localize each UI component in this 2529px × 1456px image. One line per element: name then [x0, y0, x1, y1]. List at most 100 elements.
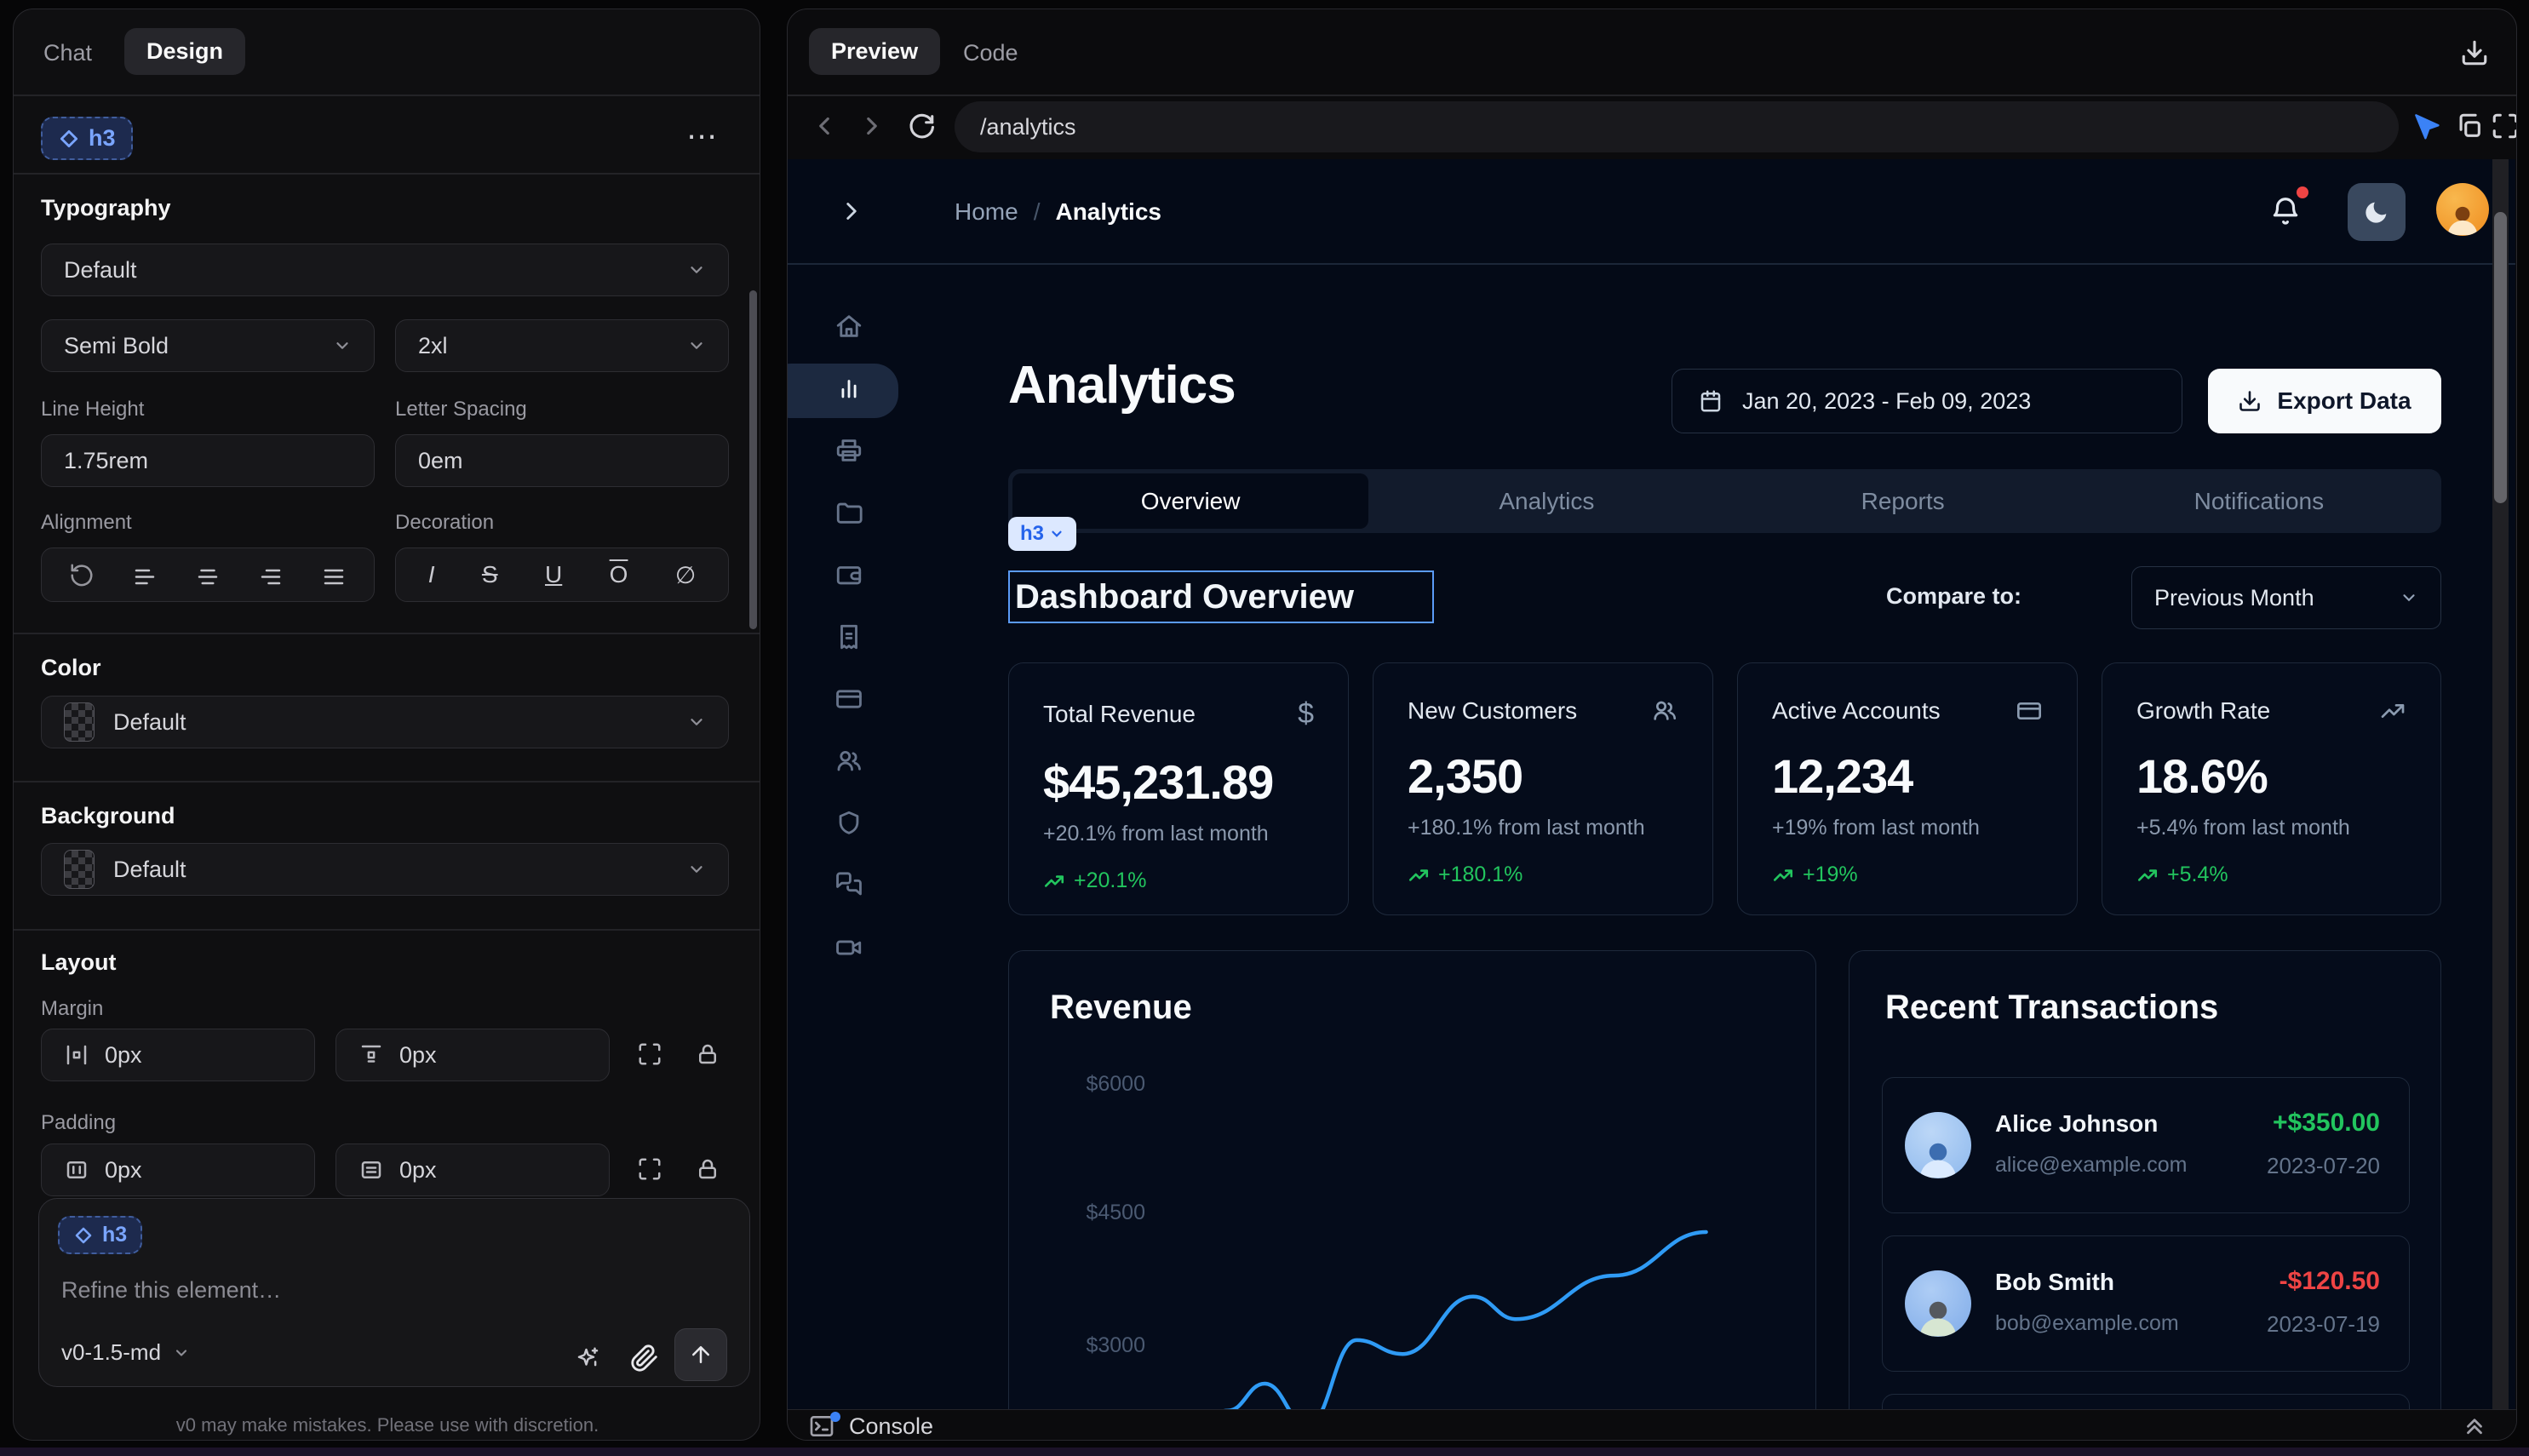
theme-toggle-button[interactable]	[2348, 183, 2406, 241]
trending-up-icon	[2379, 697, 2406, 725]
preview-scrollbar-thumb[interactable]	[2494, 212, 2507, 503]
divider	[14, 95, 760, 96]
revenue-line-chart	[1009, 951, 1817, 1409]
no-decoration-icon[interactable]: ∅	[675, 561, 696, 589]
export-data-button[interactable]: Export Data	[2208, 369, 2441, 433]
sidebar-item-home[interactable]	[788, 299, 910, 353]
transaction-row[interactable]: Bob Smith bob@example.com -$120.50 2023-…	[1882, 1235, 2410, 1372]
underline-icon[interactable]: U	[545, 561, 562, 588]
selected-element-badge[interactable]: h3	[41, 117, 133, 160]
compare-select[interactable]: Previous Month	[2131, 566, 2441, 629]
tab-design[interactable]: Design	[124, 28, 245, 75]
padding-y-input[interactable]: 0px	[335, 1144, 610, 1196]
sidebar-item-reports[interactable]	[788, 423, 910, 478]
line-height-input[interactable]: 1.75rem	[41, 434, 375, 487]
copy-icon[interactable]	[2455, 112, 2484, 140]
margin-expand-icon[interactable]	[637, 1041, 662, 1067]
selected-heading-outline[interactable]: Dashboard Overview	[1008, 570, 1434, 623]
console-bar[interactable]: Console	[788, 1409, 2517, 1441]
font-weight-select[interactable]: Semi Bold	[41, 319, 375, 372]
trending-up-icon	[1408, 864, 1430, 886]
tab-analytics[interactable]: Analytics	[1368, 473, 1724, 529]
chevron-down-icon	[687, 713, 706, 731]
diamond-icon	[58, 128, 80, 150]
attach-icon[interactable]	[630, 1344, 659, 1373]
align-right-icon[interactable]	[258, 562, 284, 588]
padding-label: Padding	[41, 1111, 116, 1135]
fullscreen-icon[interactable]	[2491, 112, 2517, 140]
trending-up-icon	[2136, 864, 2159, 886]
background-select[interactable]: Default	[41, 843, 729, 896]
chevrons-up-icon[interactable]	[2462, 1413, 2487, 1438]
refresh-icon[interactable]	[907, 112, 936, 140]
margin-x-input[interactable]: 0px	[41, 1029, 315, 1081]
app-sidebar	[788, 299, 910, 975]
align-justify-icon[interactable]	[321, 562, 347, 588]
sidebar-item-files[interactable]	[788, 485, 910, 540]
tab-code[interactable]: Code	[963, 40, 1018, 66]
padding-expand-icon[interactable]	[637, 1156, 662, 1182]
forward-icon[interactable]	[857, 112, 886, 140]
chevron-down-icon	[687, 336, 706, 355]
bar-chart-icon	[834, 374, 863, 403]
receipt-icon	[834, 622, 863, 651]
italic-icon[interactable]: I	[428, 561, 435, 588]
preview-scrollbar-track[interactable]	[2492, 159, 2509, 1409]
url-input[interactable]: /analytics	[955, 101, 2399, 152]
prompt-element-badge[interactable]: h3	[58, 1216, 142, 1254]
alignment-toolbar	[41, 547, 375, 602]
tab-reports[interactable]: Reports	[1725, 473, 2081, 529]
align-center-icon[interactable]	[195, 562, 221, 588]
sidebar-item-messages[interactable]	[788, 858, 910, 913]
panel-scrollbar[interactable]	[749, 290, 757, 629]
margin-y-input[interactable]: 0px	[335, 1029, 610, 1081]
transaction-row[interactable]: Alice Johnson alice@example.com +$350.00…	[1882, 1077, 2410, 1213]
chevron-down-icon	[687, 860, 706, 879]
date-range-button[interactable]: Jan 20, 2023 - Feb 09, 2023	[1672, 369, 2182, 433]
notification-dot	[2297, 186, 2308, 198]
back-icon[interactable]	[810, 112, 839, 140]
align-left-icon[interactable]	[132, 562, 158, 588]
padding-lock-icon[interactable]	[695, 1156, 720, 1182]
letter-spacing-input[interactable]: 0em	[395, 434, 729, 487]
letter-spacing-label: Letter Spacing	[395, 398, 527, 421]
overline-icon[interactable]: O	[610, 561, 628, 588]
reset-alignment-icon[interactable]	[69, 562, 95, 588]
user-avatar[interactable]	[2436, 183, 2489, 236]
strikethrough-icon[interactable]: S	[482, 561, 498, 588]
sidebar-item-security[interactable]	[788, 796, 910, 851]
sidebar-item-cards[interactable]	[788, 672, 910, 726]
tab-chat[interactable]: Chat	[43, 40, 92, 66]
breadcrumb-current: Analytics	[1055, 198, 1161, 226]
inspect-cursor-icon[interactable]	[2411, 110, 2443, 142]
sidebar-item-wallet[interactable]	[788, 547, 910, 602]
font-family-select[interactable]: Default	[41, 244, 729, 296]
console-badge-dot	[830, 1412, 840, 1422]
sidebar-expand-icon[interactable]	[837, 197, 866, 226]
model-select[interactable]: v0-1.5-md	[61, 1339, 190, 1366]
sidebar-item-analytics[interactable]	[788, 361, 910, 416]
shield-icon	[834, 809, 863, 838]
sidebar-item-invoices[interactable]	[788, 610, 910, 664]
transaction-row[interactable]	[1882, 1394, 2410, 1409]
tab-notifications[interactable]: Notifications	[2081, 473, 2437, 529]
transaction-amount: +$350.00	[2273, 1109, 2380, 1138]
download-icon[interactable]	[2460, 38, 2489, 67]
refine-input[interactable]: Refine this element…	[61, 1277, 281, 1304]
tab-preview[interactable]: Preview	[809, 28, 940, 75]
diamond-icon	[73, 1225, 94, 1246]
breadcrumb-home[interactable]: Home	[955, 198, 1018, 226]
selected-element-chip[interactable]: h3	[1008, 517, 1076, 551]
sidebar-item-customers[interactable]	[788, 734, 910, 788]
color-select[interactable]: Default	[41, 696, 729, 748]
bell-icon[interactable]	[2269, 195, 2302, 227]
submit-button[interactable]	[674, 1328, 727, 1381]
breadcrumb-separator: /	[1034, 198, 1041, 226]
home-icon	[834, 312, 863, 341]
margin-lock-icon[interactable]	[695, 1041, 720, 1067]
padding-x-input[interactable]: 0px	[41, 1144, 315, 1196]
more-options-icon[interactable]: ⋯	[686, 118, 720, 154]
font-size-select[interactable]: 2xl	[395, 319, 729, 372]
sparkles-icon[interactable]	[576, 1345, 601, 1371]
sidebar-item-video[interactable]	[788, 920, 910, 975]
